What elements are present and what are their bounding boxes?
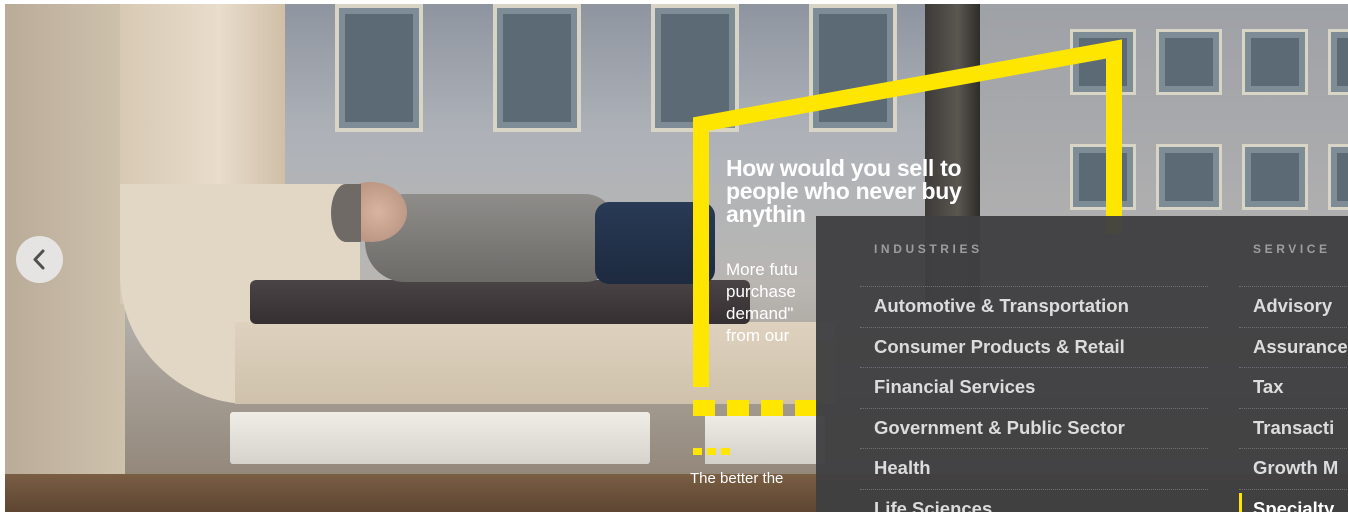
menu-link[interactable]: Financial Services xyxy=(874,376,1035,398)
menu-link[interactable]: Life Sciences xyxy=(874,498,992,512)
hero-caption: The better the xyxy=(690,470,784,487)
menu-link[interactable]: Tax xyxy=(1253,376,1284,398)
carousel-prev-button[interactable] xyxy=(16,236,63,283)
menu-item-life-sciences: Life Sciences xyxy=(860,488,1208,512)
menu-item-consumer-products: Consumer Products & Retail xyxy=(860,326,1208,368)
menu-link[interactable]: Advisory xyxy=(1253,295,1332,317)
hero-headline-line: How would you sell to xyxy=(726,155,962,181)
beam-dash-small xyxy=(721,448,730,455)
menu-link[interactable]: Specialty xyxy=(1253,498,1334,512)
beam-dash-small xyxy=(707,448,716,455)
industries-heading: INDUSTRIES xyxy=(874,242,983,256)
menu-item-assurance: Assurance xyxy=(1239,326,1348,368)
menu-item-growth-markets: Growth M xyxy=(1239,448,1348,489)
services-heading: SERVICE xyxy=(1253,242,1331,256)
menu-link[interactable]: Government & Public Sector xyxy=(874,417,1125,439)
menu-item-financial-services: Financial Services xyxy=(860,367,1208,408)
menu-link[interactable]: Assurance xyxy=(1253,336,1348,358)
menu-link[interactable]: Growth M xyxy=(1253,457,1338,479)
menu-item-transactions: Transacti xyxy=(1239,407,1348,449)
beam-dash xyxy=(693,400,715,416)
menu-link[interactable]: Automotive & Transportation xyxy=(874,295,1129,317)
beam-dash xyxy=(761,400,783,416)
industries-list: Automotive & Transportation Consumer Pro… xyxy=(860,286,1208,512)
beam-dash xyxy=(795,400,817,416)
services-list: Advisory Assurance Tax Transacti Growth … xyxy=(1239,286,1348,512)
mega-menu: INDUSTRIES Automotive & Transportation C… xyxy=(816,216,1348,512)
menu-item-government: Government & Public Sector xyxy=(860,407,1208,449)
menu-item-tax: Tax xyxy=(1239,367,1348,408)
menu-item-specialty: Specialty xyxy=(1239,488,1348,512)
menu-link[interactable]: Consumer Products & Retail xyxy=(874,336,1125,358)
menu-link[interactable]: Transacti xyxy=(1253,417,1334,439)
menu-item-advisory: Advisory xyxy=(1239,286,1348,327)
menu-item-automotive: Automotive & Transportation xyxy=(860,286,1208,327)
menu-link[interactable]: Health xyxy=(874,457,931,479)
beam-dash xyxy=(727,400,749,416)
hero-headline-line: people who never buy xyxy=(726,178,962,204)
chevron-left-icon xyxy=(33,249,45,270)
beam-dash-small xyxy=(693,448,702,455)
menu-item-health: Health xyxy=(860,448,1208,489)
